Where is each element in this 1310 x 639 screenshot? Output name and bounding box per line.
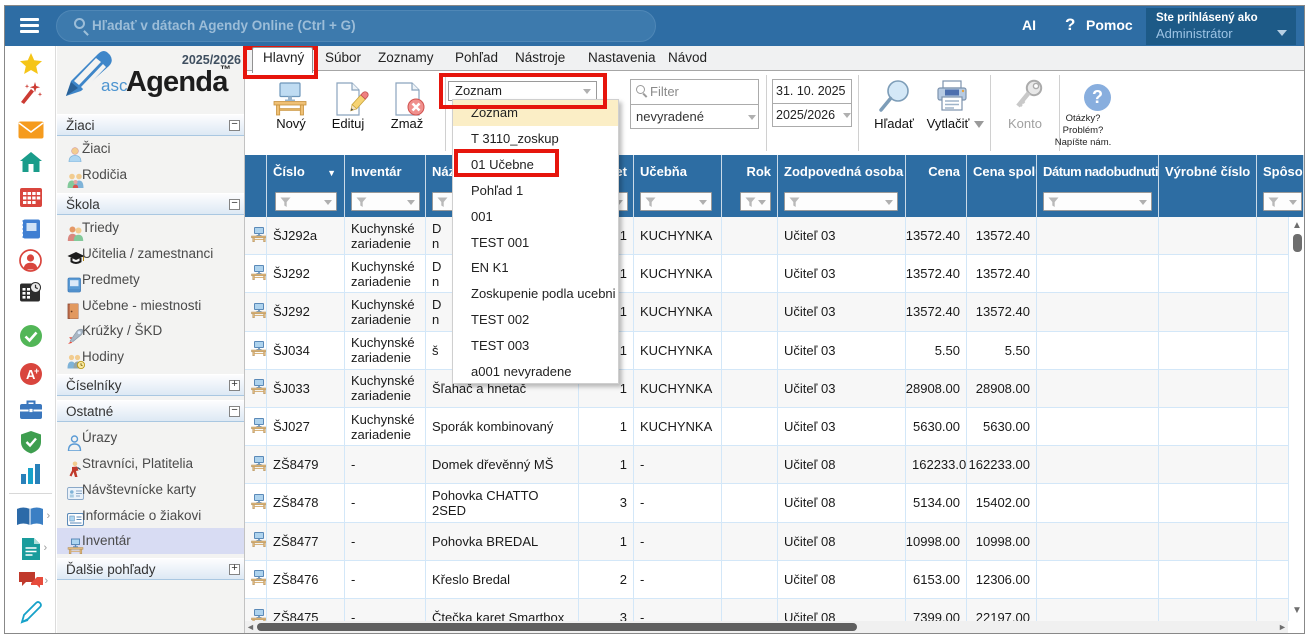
svg-text:asc: asc xyxy=(101,76,128,95)
svg-text:+: + xyxy=(34,366,39,376)
svg-text:Agenda: Agenda xyxy=(126,66,229,98)
svg-text:™: ™ xyxy=(220,64,231,76)
